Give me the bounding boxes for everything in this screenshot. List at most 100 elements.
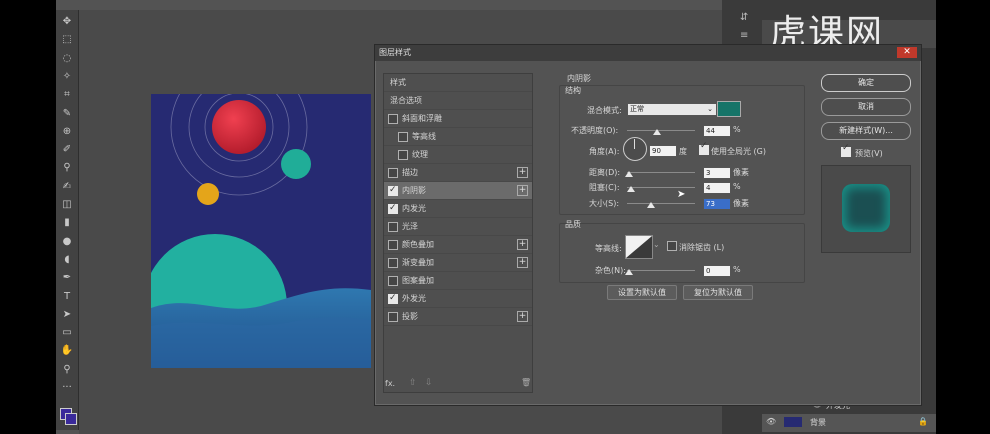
noise-slider[interactable] (627, 270, 695, 271)
style-list-item[interactable]: 光泽 (384, 218, 532, 236)
background-color-swatch[interactable] (65, 413, 77, 425)
reset-default-button[interactable]: 复位为默认值 (683, 285, 753, 300)
set-default-button[interactable]: 设置为默认值 (607, 285, 677, 300)
eraser-icon[interactable]: ◫ (58, 197, 76, 213)
magic-wand-icon[interactable]: ✧ (58, 69, 76, 85)
noise-slider-knob[interactable] (625, 269, 633, 275)
pen-icon[interactable]: ✒ (58, 270, 76, 286)
choke-input[interactable]: 4 (703, 182, 731, 194)
style-list-item[interactable]: 内阴影 + (384, 182, 532, 200)
angle-dial[interactable] (623, 137, 647, 161)
angle-input[interactable]: 90 (649, 145, 677, 157)
more-icon[interactable]: ··· (58, 380, 76, 396)
style-checkbox[interactable] (398, 150, 408, 160)
style-checkbox[interactable] (388, 312, 398, 322)
eye-icon[interactable]: 👁 (766, 417, 776, 426)
shape-icon[interactable]: ▭ (58, 325, 76, 341)
opacity-input[interactable]: 44 (703, 125, 731, 137)
distance-input[interactable]: 3 (703, 167, 731, 179)
add-effect-icon[interactable]: + (517, 311, 528, 322)
style-list-item[interactable]: 投影 + (384, 308, 532, 326)
artboard[interactable] (151, 94, 371, 368)
ok-button[interactable]: 确定 (821, 74, 911, 92)
style-checkbox[interactable] (388, 258, 398, 268)
style-checkbox[interactable] (388, 290, 398, 307)
marquee-icon[interactable]: ⬚ (58, 32, 76, 48)
size-slider-knob[interactable] (647, 202, 655, 208)
distance-slider[interactable] (627, 172, 695, 173)
distance-slider-knob[interactable] (625, 171, 633, 177)
style-list-item[interactable]: 样式 (384, 74, 532, 92)
blend-mode-value: 正常 (630, 105, 644, 113)
move-up-icon[interactable]: ⇧ (409, 378, 417, 388)
contour-picker[interactable] (625, 235, 653, 259)
new-style-button[interactable]: 新建样式(W)... (821, 122, 911, 140)
add-effect-icon[interactable]: + (517, 257, 528, 268)
choke-slider-knob[interactable] (627, 186, 635, 192)
opacity-slider-knob[interactable] (653, 129, 661, 135)
size-input[interactable]: 73 (703, 198, 731, 210)
style-list-item[interactable]: 混合选项 (384, 92, 532, 110)
type-icon[interactable]: T (58, 289, 76, 305)
stamp-icon[interactable]: ⚲ (58, 160, 76, 176)
crop-icon[interactable]: ⌗ (58, 87, 76, 103)
global-light-checkbox[interactable] (699, 141, 709, 155)
move-icon[interactable]: ✥ (58, 14, 76, 30)
blend-mode-select[interactable]: 正常 ⌄ (627, 103, 717, 116)
style-checkbox[interactable] (398, 132, 408, 142)
size-slider[interactable] (627, 203, 695, 204)
sliders-icon[interactable]: ≡ (740, 30, 752, 42)
style-checkbox[interactable] (388, 182, 398, 199)
add-effect-icon[interactable]: + (517, 185, 528, 196)
style-checkbox[interactable] (388, 240, 398, 250)
style-list-item[interactable]: 斜面和浮雕 (384, 110, 532, 128)
preview-label: 预览(V) (855, 149, 883, 158)
gradient-icon[interactable]: ▮ (58, 215, 76, 231)
eyedropper-icon[interactable]: ✎ (58, 106, 76, 122)
style-list-item[interactable]: 渐变叠加 + (384, 254, 532, 272)
style-list-item[interactable]: 颜色叠加 + (384, 236, 532, 254)
trash-icon[interactable]: 🗑 (521, 378, 531, 387)
style-list-item[interactable]: 图案叠加 (384, 272, 532, 290)
dodge-icon[interactable]: ◖ (58, 252, 76, 268)
adjust-icon[interactable]: ⇵ (740, 12, 752, 24)
choke-slider[interactable] (627, 187, 695, 188)
style-checkbox[interactable] (388, 222, 398, 232)
opacity-slider[interactable] (627, 130, 695, 131)
cancel-button[interactable]: 取消 (821, 98, 911, 116)
style-checkbox[interactable] (388, 276, 398, 286)
add-effect-icon[interactable]: + (517, 167, 528, 178)
close-icon[interactable]: ✕ (897, 47, 917, 58)
path-select-icon[interactable]: ➤ (58, 307, 76, 323)
dialog-titlebar[interactable]: 图层样式 ✕ (375, 45, 921, 61)
healing-icon[interactable]: ⊕ (58, 124, 76, 140)
lasso-icon[interactable]: ◌ (58, 51, 76, 67)
layer-background-row[interactable]: 👁 背景 🔒 (762, 414, 936, 432)
add-effect-icon[interactable]: + (517, 239, 528, 250)
style-list-item[interactable]: 等高线 (384, 128, 532, 146)
choke-unit: % (733, 182, 741, 191)
opacity-unit: % (733, 125, 741, 134)
style-list-item[interactable]: 描边 + (384, 164, 532, 182)
noise-input[interactable]: 0 (703, 265, 731, 277)
style-checkbox[interactable] (388, 114, 398, 124)
fx-menu-button[interactable]: fx. (385, 379, 395, 388)
shadow-color-swatch[interactable] (717, 101, 741, 117)
brush-icon[interactable]: ✐ (58, 142, 76, 158)
preview-checkbox[interactable] (841, 143, 851, 157)
style-list-item[interactable]: 纹理 (384, 146, 532, 164)
zoom-icon[interactable]: ⚲ (58, 362, 76, 378)
blur-icon[interactable]: ● (58, 234, 76, 250)
style-checkbox[interactable] (388, 200, 398, 217)
layer-style-dialog: 图层样式 ✕ 样式混合选项斜面和浮雕等高线纹理描边 + 内阴影 + 内发光光泽颜色叠加 +… (374, 44, 922, 406)
history-brush-icon[interactable]: ✍ (58, 179, 76, 195)
global-light-label: 使用全局光 (G) (711, 147, 766, 156)
preview-thumbnail (821, 165, 911, 253)
style-list-item[interactable]: 外发光 (384, 290, 532, 308)
antialias-checkbox[interactable] (667, 241, 677, 251)
move-down-icon[interactable]: ⇩ (425, 378, 433, 388)
hand-icon[interactable]: ✋ (58, 343, 76, 359)
contour-chevron-icon[interactable]: ⌄ (653, 240, 660, 249)
style-list-item[interactable]: 内发光 (384, 200, 532, 218)
style-checkbox[interactable] (388, 168, 398, 178)
